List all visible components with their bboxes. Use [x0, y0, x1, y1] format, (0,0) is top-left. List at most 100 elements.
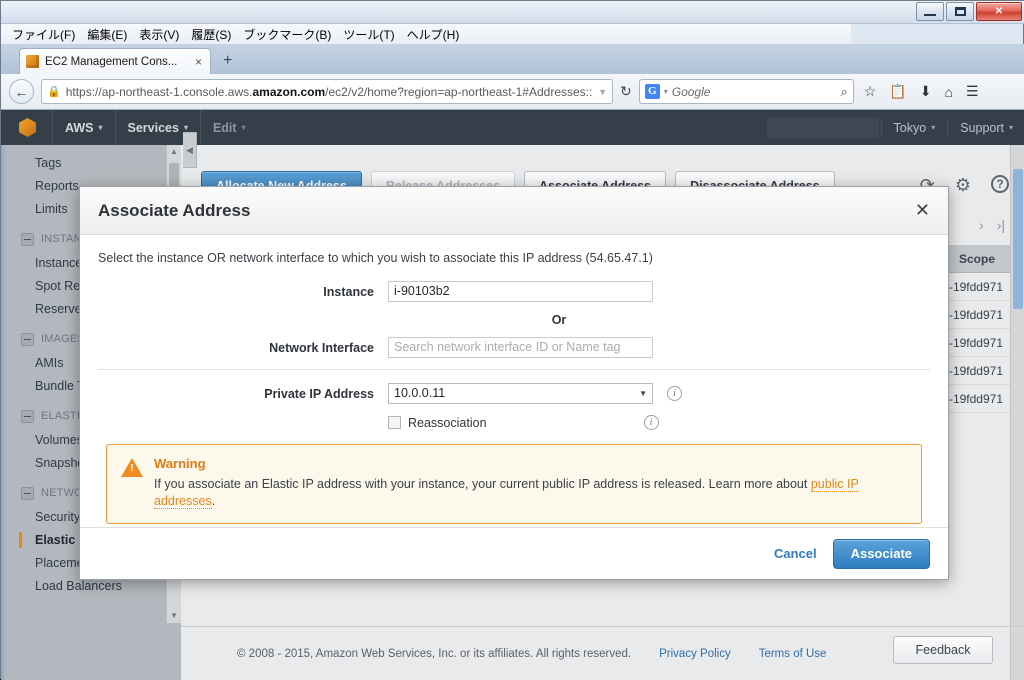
nav-edit[interactable]: Edit ▾	[199, 110, 258, 145]
modal-body: Select the instance OR network interface…	[80, 235, 948, 529]
menu-history[interactable]: 履歴(S)	[185, 25, 237, 44]
last-page-icon[interactable]: ›|	[997, 217, 1005, 233]
chevron-down-icon: ▾	[98, 123, 103, 132]
instance-input[interactable]: i-90103b2	[388, 281, 653, 302]
aws-logo-icon[interactable]	[19, 118, 36, 137]
cell-scope: -19fdd971	[948, 392, 1003, 406]
reload-icon[interactable]: ↻	[620, 83, 632, 100]
back-button[interactable]: ←	[9, 79, 34, 104]
new-tab-button[interactable]: +	[223, 52, 232, 70]
content-scroll-thumb[interactable]	[1013, 169, 1023, 309]
sidebar-collapse-button[interactable]: ◀	[183, 132, 197, 168]
next-page-icon[interactable]: ›	[979, 217, 984, 233]
minimize-button[interactable]	[916, 2, 944, 21]
lock-icon: 🔒	[47, 86, 61, 98]
warning-text-after: .	[211, 494, 216, 508]
aws-global-nav: AWS ▾ Services ▾ Edit ▾ Tokyo ▾ Support …	[1, 110, 1024, 145]
associate-button[interactable]: Associate	[832, 538, 930, 569]
collapse-minus-icon[interactable]	[21, 409, 34, 423]
column-header-scope[interactable]: Scope	[959, 252, 995, 266]
reader-list-icon[interactable]: 📋	[886, 83, 909, 100]
nav-support[interactable]: Support ▾	[947, 120, 1024, 135]
firefox-menubar: ファイル(F) 編集(E) 表示(V) 履歴(S) ブックマーク(B) ツール(…	[1, 24, 851, 44]
search-input[interactable]: Google	[672, 85, 837, 99]
maximize-button[interactable]	[946, 2, 974, 21]
modal-close-icon[interactable]: ✕	[915, 200, 930, 221]
window-titlebar: ✕	[1, 1, 1024, 24]
instance-row: Instance i-90103b2	[98, 281, 930, 302]
terms-of-use-link[interactable]: Terms of Use	[759, 648, 827, 660]
close-window-button[interactable]: ✕	[976, 2, 1022, 21]
menu-edit[interactable]: 編集(E)	[81, 25, 133, 44]
nav-aws[interactable]: AWS ▾	[52, 110, 115, 145]
cancel-button[interactable]: Cancel	[774, 546, 817, 561]
nav-region-label: Tokyo	[893, 120, 927, 135]
warning-box: Warning If you associate an Elastic IP a…	[106, 444, 922, 524]
hamburger-menu-icon[interactable]: ☰	[963, 83, 982, 100]
chevron-down-icon: ▼	[639, 389, 647, 398]
privacy-policy-link[interactable]: Privacy Policy	[659, 648, 731, 660]
reassociation-label[interactable]: Reassociation	[408, 416, 487, 430]
cell-scope: -19fdd971	[948, 336, 1003, 350]
downloads-icon[interactable]: ⬇	[917, 83, 935, 100]
menu-view[interactable]: 表示(V)	[133, 25, 185, 44]
chevron-down-icon: ▾	[1008, 123, 1013, 132]
gear-icon[interactable]: ⚙	[955, 175, 971, 196]
window-controls: ✕	[916, 2, 1022, 21]
scroll-up-arrow-icon[interactable]: ▲	[167, 145, 181, 159]
chevron-down-icon: ▾	[183, 123, 188, 132]
nav-services-label: Services	[127, 120, 179, 135]
form-divider	[98, 369, 930, 370]
sidebar-item-tags[interactable]: Tags	[1, 151, 181, 174]
nav-support-label: Support	[960, 120, 1004, 135]
feedback-button[interactable]: Feedback	[893, 636, 993, 664]
scroll-down-arrow-icon[interactable]: ▼	[167, 609, 181, 623]
modal-footer: Cancel Associate	[80, 527, 948, 579]
modal-description: Select the instance OR network interface…	[98, 251, 653, 265]
google-icon: G	[644, 84, 660, 99]
search-magnifier-icon[interactable]: ⌕	[840, 84, 847, 100]
help-icon[interactable]: ?	[991, 175, 1009, 193]
search-engine-caret-icon[interactable]: ▾	[664, 87, 668, 96]
sidebar-edge	[1, 145, 7, 680]
bookmark-star-icon[interactable]: ☆	[861, 83, 880, 100]
warning-content: Warning If you associate an Elastic IP a…	[154, 456, 907, 510]
search-bar[interactable]: G ▾ Google ⌕	[638, 79, 854, 104]
private-ip-row: Private IP Address 10.0.0.11 ▼ i	[98, 383, 930, 404]
browser-window: ✕ ファイル(F) 編集(E) 表示(V) 履歴(S) ブックマーク(B) ツー…	[0, 0, 1024, 680]
url-bar[interactable]: 🔒 https://ap-northeast-1.console.aws.ama…	[41, 79, 613, 104]
reassociation-checkbox[interactable]	[388, 416, 401, 429]
chevron-down-icon: ▾	[931, 123, 936, 132]
reassociation-info-icon[interactable]: i	[643, 415, 659, 430]
content-scrollbar[interactable]	[1010, 145, 1024, 680]
instance-label: Instance	[323, 284, 374, 299]
menu-tools[interactable]: ツール(T)	[337, 25, 400, 44]
private-ip-value: 10.0.0.11	[394, 386, 446, 400]
collapse-minus-icon[interactable]	[21, 232, 34, 246]
browser-tab[interactable]: EC2 Management Cons... ×	[19, 48, 211, 74]
nav-region[interactable]: Tokyo ▾	[880, 120, 948, 135]
menu-file[interactable]: ファイル(F)	[6, 25, 81, 44]
copyright-text: © 2008 - 2015, Amazon Web Services, Inc.…	[237, 647, 632, 660]
cell-scope: -19fdd971	[948, 280, 1003, 294]
cell-scope: -19fdd971	[948, 364, 1003, 378]
menu-help[interactable]: ヘルプ(H)	[401, 25, 466, 44]
chevron-down-icon: ▾	[241, 123, 246, 132]
menu-bookmarks[interactable]: ブックマーク(B)	[237, 25, 337, 44]
home-icon[interactable]: ⌂	[941, 84, 955, 100]
private-ip-select[interactable]: 10.0.0.11 ▼	[388, 383, 653, 404]
collapse-minus-icon[interactable]	[21, 332, 34, 346]
nav-aws-label: AWS	[65, 120, 94, 135]
private-ip-info-icon[interactable]: i	[667, 386, 682, 401]
account-menu[interactable]	[766, 117, 879, 138]
network-interface-row: Network Interface Search network interfa…	[98, 337, 930, 358]
aws-console: AWS ▾ Services ▾ Edit ▾ Tokyo ▾ Support …	[1, 110, 1024, 680]
modal-header: Associate Address ✕	[80, 187, 948, 235]
close-tab-icon[interactable]: ×	[193, 55, 204, 69]
collapse-minus-icon[interactable]	[21, 486, 34, 500]
associate-address-modal: Associate Address ✕ Select the instance …	[79, 186, 949, 580]
warning-title: Warning	[154, 456, 206, 471]
reassociation-row: Reassociation i	[98, 415, 930, 430]
url-dropdown-icon[interactable]: ▼	[598, 87, 607, 97]
network-interface-input[interactable]: Search network interface ID or Name tag	[388, 337, 653, 358]
